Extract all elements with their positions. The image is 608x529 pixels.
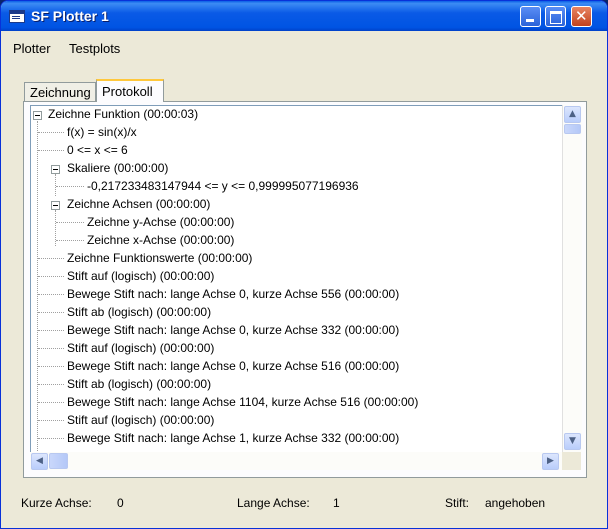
maximize-icon (550, 11, 562, 24)
scrollbar-corner (562, 452, 581, 470)
tree-node[interactable]: Bewege Stift nach: lange Achse 0, kurze … (67, 286, 399, 302)
status-lange-achse-label: Lange Achse: (237, 496, 310, 510)
tree-connector (38, 384, 64, 385)
tree-node[interactable]: -0,217233483147944 <= y <= 0,99999507719… (87, 178, 359, 194)
tree-connector (38, 366, 64, 367)
chevron-up-icon: ▲ (569, 109, 576, 119)
tab-protokoll[interactable]: Protokoll (96, 79, 164, 102)
status-stift-value: angehoben (485, 496, 546, 510)
close-button[interactable]: ✕ (571, 6, 592, 27)
chevron-left-icon: ◀ (36, 456, 43, 466)
tree-connector (38, 132, 64, 133)
title-bar[interactable]: SF Plotter 1 ✕ (1, 1, 607, 31)
scroll-up-button[interactable]: ▲ (564, 106, 581, 123)
status-kurze-achse-label: Kurze Achse: (21, 496, 92, 510)
tree-connector (56, 240, 84, 241)
horizontal-scrollbar[interactable]: ◀ ▶ (30, 452, 562, 470)
vertical-scrollbar[interactable]: ▲ ▼ (562, 105, 582, 452)
collapse-toggle[interactable] (51, 165, 60, 174)
tree-connector (38, 312, 64, 313)
chevron-right-icon: ▶ (547, 456, 554, 466)
minimize-icon (526, 19, 534, 22)
tree-node[interactable]: Stift auf (logisch) (00:00:00) (67, 412, 214, 428)
menu-plotter[interactable]: Plotter (13, 41, 51, 56)
scroll-right-button[interactable]: ▶ (542, 453, 559, 470)
status-kurze-achse-value: 0 (117, 496, 124, 510)
tree-connector (38, 438, 64, 439)
menu-testplots[interactable]: Testplots (69, 41, 120, 56)
tree-connector (38, 294, 64, 295)
collapse-toggle[interactable] (51, 201, 60, 210)
tree-node[interactable]: Bewege Stift nach: lange Achse 0, kurze … (67, 358, 399, 374)
tree-connector (38, 420, 64, 421)
tree-node[interactable]: Bewege Stift nach: lange Achse 1104, kur… (67, 394, 418, 410)
tree-guide-line (55, 174, 56, 196)
collapse-toggle-root[interactable] (33, 111, 42, 120)
tree-node[interactable]: Skaliere (00:00:00) (67, 160, 168, 176)
tree-guide-line (37, 121, 38, 453)
tree-node[interactable]: Bewege Stift nach: lange Achse 1, kurze … (67, 430, 399, 446)
tree-node[interactable]: Zeichne y-Achse (00:00:00) (87, 214, 234, 230)
minimize-button[interactable] (520, 6, 541, 27)
tree-connector (38, 258, 64, 259)
close-icon: ✕ (575, 7, 588, 25)
status-stift-label: Stift: (445, 496, 470, 510)
tree-connector (38, 402, 64, 403)
tree-connector (56, 186, 84, 187)
scroll-down-button[interactable]: ▼ (564, 433, 581, 450)
tree-node[interactable]: Zeichne Achsen (00:00:00) (67, 196, 210, 212)
maximize-button[interactable] (545, 6, 566, 27)
tree-node[interactable]: f(x) = sin(x)/x (67, 124, 137, 140)
tree-node[interactable]: Zeichne Funktionswerte (00:00:00) (67, 250, 252, 266)
tree-node[interactable]: 0 <= x <= 6 (67, 142, 128, 158)
window-title: SF Plotter 1 (31, 8, 109, 24)
app-window-icon[interactable] (9, 10, 25, 23)
tree-node[interactable]: Stift auf (logisch) (00:00:00) (67, 268, 214, 284)
app-window: SF Plotter 1 ✕ Plotter Testplots Zeichnu… (0, 0, 608, 529)
tree-connector (38, 348, 64, 349)
tree-node[interactable]: Stift auf (logisch) (00:00:00) (67, 340, 214, 356)
status-lange-achse-value: 1 (333, 496, 340, 510)
protocol-tree[interactable]: Zeichne Funktion (00:00:03) f(x) = sin(x… (30, 105, 562, 453)
chevron-down-icon: ▼ (569, 436, 576, 446)
scroll-left-button[interactable]: ◀ (31, 453, 48, 470)
tree-node-root[interactable]: Zeichne Funktion (00:00:03) (48, 106, 198, 122)
tree-connector (38, 276, 64, 277)
tree-connector (56, 222, 84, 223)
tree-connector (38, 330, 64, 331)
vertical-scroll-thumb[interactable] (564, 124, 581, 134)
tree-node[interactable]: Stift ab (logisch) (00:00:00) (67, 376, 211, 392)
horizontal-scroll-thumb[interactable] (49, 453, 68, 469)
tree-node[interactable]: Stift ab (logisch) (00:00:00) (67, 304, 211, 320)
menu-bar: Plotter Testplots (1, 31, 607, 56)
tab-zeichnung[interactable]: Zeichnung (24, 82, 96, 102)
tree-connector (38, 150, 64, 151)
tree-node[interactable]: Bewege Stift nach: lange Achse 0, kurze … (67, 322, 399, 338)
tree-node[interactable]: Zeichne x-Achse (00:00:00) (87, 232, 234, 248)
